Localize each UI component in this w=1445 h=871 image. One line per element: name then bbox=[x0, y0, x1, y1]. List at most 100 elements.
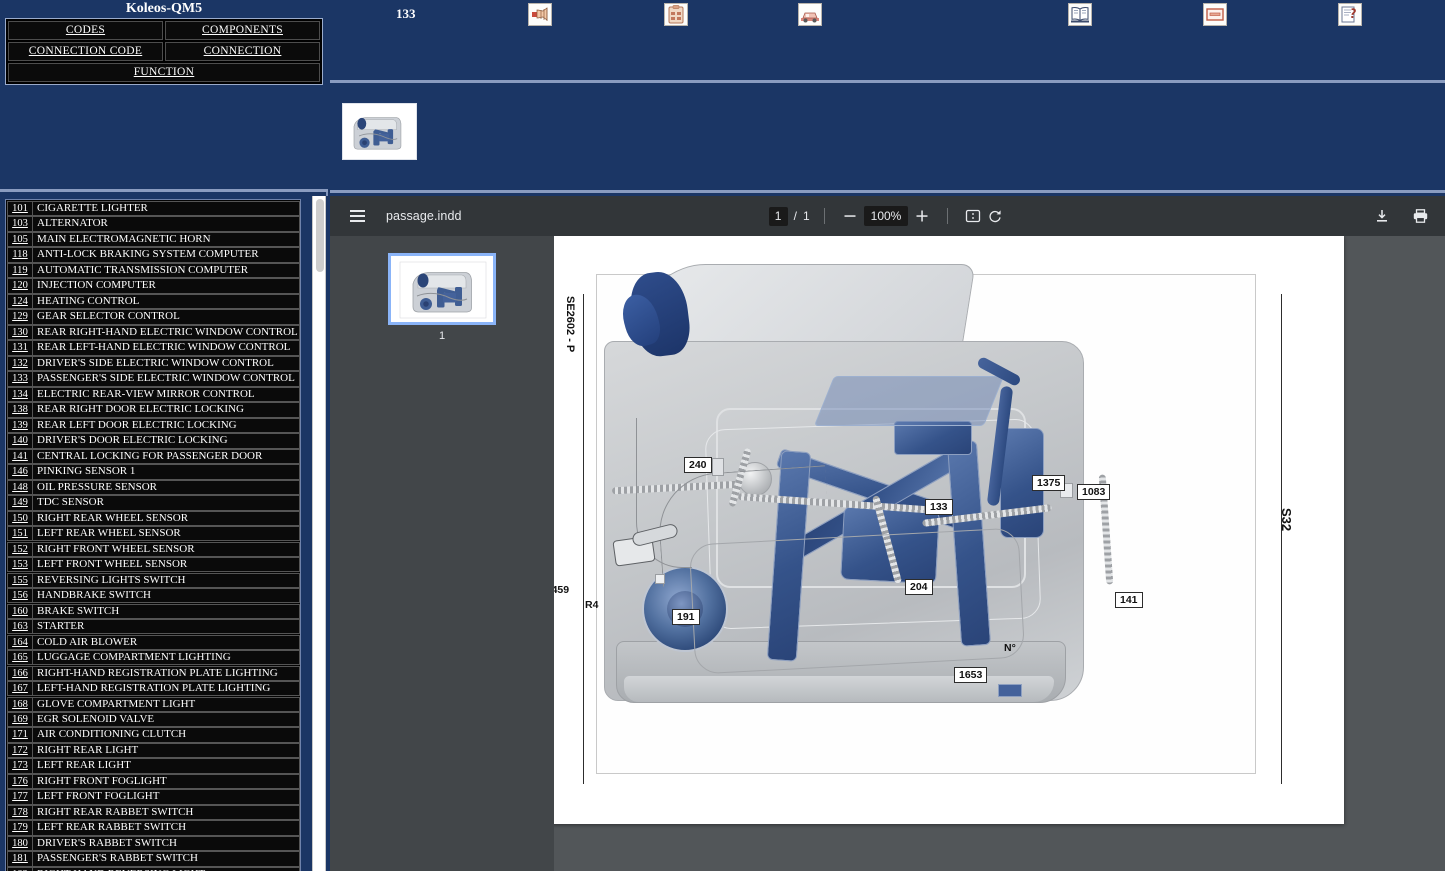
component-row[interactable]: 140DRIVER'S DOOR ELECTRIC LOCKING bbox=[7, 433, 300, 448]
clipboard-icon[interactable] bbox=[664, 3, 688, 26]
component-name[interactable]: REAR RIGHT-HAND ELECTRIC WINDOW CONTROL bbox=[33, 325, 300, 340]
component-name[interactable]: REAR LEFT-HAND ELECTRIC WINDOW CONTROL bbox=[33, 340, 300, 355]
component-code[interactable]: 177 bbox=[7, 789, 33, 804]
components-list-scrollbar[interactable] bbox=[312, 196, 326, 871]
zoom-level-input[interactable]: 100% bbox=[864, 206, 909, 226]
component-name[interactable]: AUTOMATIC TRANSMISSION COMPUTER bbox=[33, 263, 300, 278]
component-code[interactable]: 124 bbox=[7, 294, 33, 309]
component-name[interactable]: REVERSING LIGHTS SWITCH bbox=[33, 573, 300, 588]
component-name[interactable]: RIGHT FRONT FOGLIGHT bbox=[33, 774, 300, 789]
component-code[interactable]: 152 bbox=[7, 542, 33, 557]
download-icon[interactable] bbox=[1371, 205, 1393, 227]
component-code[interactable]: 182 bbox=[7, 867, 33, 871]
component-code[interactable]: 134 bbox=[7, 387, 33, 402]
component-name[interactable]: ELECTRIC REAR-VIEW MIRROR CONTROL bbox=[33, 387, 300, 402]
component-code[interactable]: 165 bbox=[7, 650, 33, 665]
component-code[interactable]: 172 bbox=[7, 743, 33, 758]
component-row[interactable]: 133PASSENGER'S SIDE ELECTRIC WINDOW CONT… bbox=[7, 371, 300, 386]
component-name[interactable]: PASSENGER'S SIDE ELECTRIC WINDOW CONTROL bbox=[33, 371, 300, 386]
component-row[interactable]: 150RIGHT REAR WHEEL SENSOR bbox=[7, 511, 300, 526]
component-name[interactable]: STARTER bbox=[33, 619, 300, 634]
component-name[interactable]: DRIVER'S SIDE ELECTRIC WINDOW CONTROL bbox=[33, 356, 300, 371]
component-name[interactable]: AIR CONDITIONING CLUTCH bbox=[33, 727, 300, 742]
component-row[interactable]: 131REAR LEFT-HAND ELECTRIC WINDOW CONTRO… bbox=[7, 340, 300, 355]
component-row[interactable]: 169EGR SOLENOID VALVE bbox=[7, 712, 300, 727]
component-row[interactable]: 120INJECTION COMPUTER bbox=[7, 278, 300, 293]
component-row[interactable]: 134ELECTRIC REAR-VIEW MIRROR CONTROL bbox=[7, 387, 300, 402]
help-document-icon[interactable] bbox=[1338, 3, 1362, 26]
menu-item-connection-code[interactable]: CONNECTION CODE bbox=[8, 42, 163, 61]
menu-item-function[interactable]: FUNCTION bbox=[8, 63, 320, 82]
component-code[interactable]: 176 bbox=[7, 774, 33, 789]
component-code[interactable]: 132 bbox=[7, 356, 33, 371]
component-row[interactable]: 172RIGHT REAR LIGHT bbox=[7, 743, 300, 758]
component-row[interactable]: 103ALTERNATOR bbox=[7, 216, 300, 231]
component-name[interactable]: REAR RIGHT DOOR ELECTRIC LOCKING bbox=[33, 402, 300, 417]
component-row[interactable]: 149TDC SENSOR bbox=[7, 495, 300, 510]
component-name[interactable]: ANTI-LOCK BRAKING SYSTEM COMPUTER bbox=[33, 247, 300, 262]
menu-item-connection[interactable]: CONNECTION bbox=[165, 42, 320, 61]
component-name[interactable]: LEFT FRONT FOGLIGHT bbox=[33, 789, 300, 804]
component-row[interactable]: 166RIGHT-HAND REGISTRATION PLATE LIGHTIN… bbox=[7, 666, 300, 681]
fit-to-page-icon[interactable] bbox=[962, 205, 984, 227]
component-row[interactable]: 119AUTOMATIC TRANSMISSION COMPUTER bbox=[7, 263, 300, 278]
component-row[interactable]: 105MAIN ELECTROMAGNETIC HORN bbox=[7, 232, 300, 247]
pdf-page-thumbnail[interactable] bbox=[388, 253, 496, 325]
component-name[interactable]: RIGHT REAR WHEEL SENSOR bbox=[33, 511, 300, 526]
component-name[interactable]: LEFT-HAND REGISTRATION PLATE LIGHTING bbox=[33, 681, 300, 696]
component-name[interactable]: LUGGAGE COMPARTMENT LIGHTING bbox=[33, 650, 300, 665]
component-row[interactable]: 164COLD AIR BLOWER bbox=[7, 635, 300, 650]
component-row[interactable]: 118ANTI-LOCK BRAKING SYSTEM COMPUTER bbox=[7, 247, 300, 262]
wiring-hand-icon[interactable] bbox=[528, 3, 552, 26]
component-name[interactable]: HEATING CONTROL bbox=[33, 294, 300, 309]
component-code[interactable]: 181 bbox=[7, 851, 33, 866]
component-row[interactable]: 179LEFT REAR RABBET SWITCH bbox=[7, 820, 300, 835]
component-code[interactable]: 146 bbox=[7, 464, 33, 479]
component-name[interactable]: COLD AIR BLOWER bbox=[33, 635, 300, 650]
component-name[interactable]: ALTERNATOR bbox=[33, 216, 300, 231]
component-code[interactable]: 180 bbox=[7, 836, 33, 851]
component-code[interactable]: 119 bbox=[7, 263, 33, 278]
component-code[interactable]: 163 bbox=[7, 619, 33, 634]
component-name[interactable]: CIGARETTE LIGHTER bbox=[33, 201, 300, 216]
component-code[interactable]: 105 bbox=[7, 232, 33, 247]
component-name[interactable]: RIGHT REAR RABBET SWITCH bbox=[33, 805, 300, 820]
component-name[interactable]: RIGHT FRONT WHEEL SENSOR bbox=[33, 542, 300, 557]
component-code[interactable]: 149 bbox=[7, 495, 33, 510]
component-code[interactable]: 173 bbox=[7, 758, 33, 773]
component-row[interactable]: 148OIL PRESSURE SENSOR bbox=[7, 480, 300, 495]
component-name[interactable]: RIGHT-HAND REGISTRATION PLATE LIGHTING bbox=[33, 666, 300, 681]
component-row[interactable]: 173LEFT REAR LIGHT bbox=[7, 758, 300, 773]
component-row[interactable]: 160BRAKE SWITCH bbox=[7, 604, 300, 619]
vehicle-icon[interactable] bbox=[798, 3, 822, 26]
component-code[interactable]: 151 bbox=[7, 526, 33, 541]
zoom-in-button[interactable] bbox=[911, 205, 933, 227]
component-row[interactable]: 168GLOVE COMPARTMENT LIGHT bbox=[7, 697, 300, 712]
component-name[interactable]: RIGHT REAR LIGHT bbox=[33, 743, 300, 758]
component-name[interactable]: DRIVER'S RABBET SWITCH bbox=[33, 836, 300, 851]
rotate-icon[interactable] bbox=[984, 205, 1006, 227]
pdf-page-area[interactable]: SE2602 - P 8-32 S32 bbox=[554, 236, 1445, 871]
component-code[interactable]: 103 bbox=[7, 216, 33, 231]
component-row[interactable]: 165LUGGAGE COMPARTMENT LIGHTING bbox=[7, 650, 300, 665]
page-number-input[interactable]: 1 bbox=[769, 207, 788, 226]
print-icon[interactable] bbox=[1409, 205, 1431, 227]
component-row[interactable]: 155REVERSING LIGHTS SWITCH bbox=[7, 573, 300, 588]
component-code[interactable]: 155 bbox=[7, 573, 33, 588]
component-code[interactable]: 168 bbox=[7, 697, 33, 712]
component-code[interactable]: 169 bbox=[7, 712, 33, 727]
component-row[interactable]: 130REAR RIGHT-HAND ELECTRIC WINDOW CONTR… bbox=[7, 325, 300, 340]
component-name[interactable]: CENTRAL LOCKING FOR PASSENGER DOOR bbox=[33, 449, 300, 464]
component-name[interactable]: MAIN ELECTROMAGNETIC HORN bbox=[33, 232, 300, 247]
zoom-out-button[interactable] bbox=[839, 205, 861, 227]
component-name[interactable]: OIL PRESSURE SENSOR bbox=[33, 480, 300, 495]
component-code[interactable]: 130 bbox=[7, 325, 33, 340]
component-code[interactable]: 179 bbox=[7, 820, 33, 835]
component-code[interactable]: 166 bbox=[7, 666, 33, 681]
component-row[interactable]: 177LEFT FRONT FOGLIGHT bbox=[7, 789, 300, 804]
component-code[interactable]: 140 bbox=[7, 433, 33, 448]
diagram-thumbnail[interactable] bbox=[342, 103, 417, 160]
component-code[interactable]: 153 bbox=[7, 557, 33, 572]
component-name[interactable]: GEAR SELECTOR CONTROL bbox=[33, 309, 300, 324]
component-name[interactable]: DRIVER'S DOOR ELECTRIC LOCKING bbox=[33, 433, 300, 448]
